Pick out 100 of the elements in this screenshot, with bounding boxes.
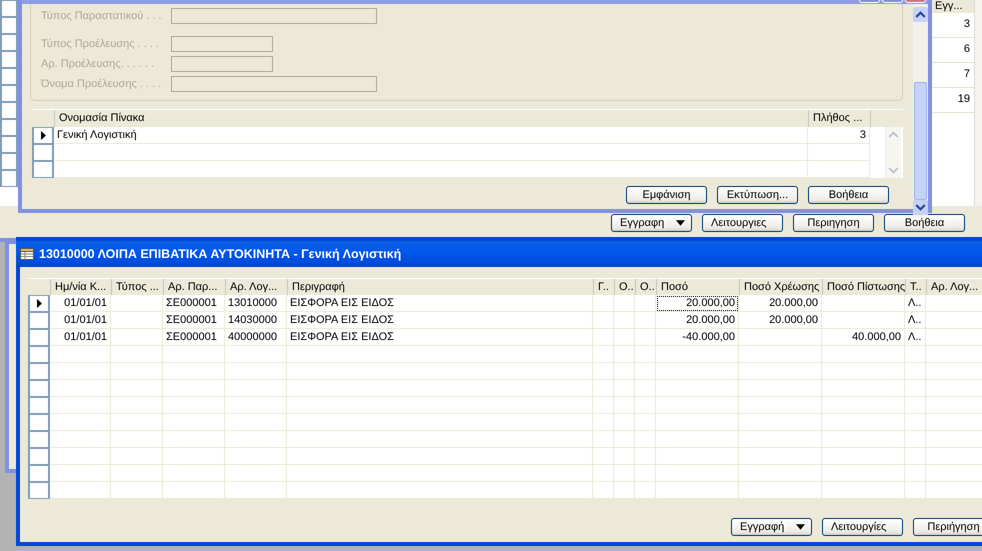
table-cell bbox=[593, 431, 614, 448]
table-cell bbox=[593, 414, 614, 431]
column-header[interactable]: Τύπος ... bbox=[111, 279, 163, 295]
column-header[interactable]: Ο.. bbox=[635, 279, 656, 295]
scroll-down-icon bbox=[888, 167, 899, 174]
table-cell bbox=[50, 346, 111, 363]
column-header[interactable]: Ο.. bbox=[614, 279, 635, 295]
table-cell bbox=[50, 431, 111, 448]
table-cell bbox=[111, 465, 163, 482]
current-row-icon bbox=[40, 131, 46, 140]
table-cell bbox=[111, 346, 163, 363]
table-cell: 40.000,00 bbox=[822, 329, 905, 346]
column-header[interactable]: Αρ. Λογ... bbox=[225, 279, 287, 295]
table-cell bbox=[50, 414, 111, 431]
table-cell bbox=[50, 465, 111, 482]
table-cell: ΕΙΣΦΟΡΑ ΕΙΣ ΕΙΔΟΣ bbox=[287, 329, 593, 346]
table-cell: 3 bbox=[808, 127, 870, 144]
table-cell bbox=[111, 431, 163, 448]
caret-icon bbox=[676, 220, 685, 226]
scroll-up-icon bbox=[913, 7, 928, 22]
table-cell bbox=[225, 363, 287, 380]
button[interactable]: Περιήγηση bbox=[913, 518, 982, 536]
button-label: Λειτουργίες bbox=[831, 521, 886, 533]
table-cell bbox=[163, 465, 225, 482]
table-cell bbox=[905, 380, 926, 397]
column-header[interactable]: Αρ. Παρ... bbox=[163, 279, 225, 295]
table-cell: -40.000,00 bbox=[656, 329, 739, 346]
table-cell bbox=[593, 482, 614, 499]
column-header[interactable]: Γ.. bbox=[593, 279, 614, 295]
column-header[interactable]: Περιγραφή bbox=[287, 279, 593, 295]
table-cell bbox=[111, 312, 163, 329]
scroll-down-icon bbox=[913, 200, 928, 215]
table-cell bbox=[905, 448, 926, 465]
column-header[interactable]: Αρ. Λογ... bbox=[926, 279, 982, 295]
table-cell bbox=[635, 397, 656, 414]
table-cell bbox=[50, 397, 111, 414]
table-cell bbox=[163, 380, 225, 397]
table-cell bbox=[163, 448, 225, 465]
menu-button[interactable]: Λειτουργίες bbox=[822, 518, 903, 536]
table-cell bbox=[614, 448, 635, 465]
table-cell bbox=[163, 431, 225, 448]
table-cell bbox=[635, 448, 656, 465]
table-cell bbox=[905, 346, 926, 363]
table-cell bbox=[635, 465, 656, 482]
table-cell bbox=[225, 482, 287, 499]
table-cell: 20.000,00 bbox=[656, 312, 739, 329]
table-cell bbox=[614, 465, 635, 482]
column-header[interactable]: Ημ/νία Κ... bbox=[50, 279, 111, 295]
table-cell bbox=[593, 329, 614, 346]
column-header[interactable]: Τ.. bbox=[905, 279, 926, 295]
table-cell: 13010000 bbox=[225, 295, 287, 312]
table-cell bbox=[614, 380, 635, 397]
table-cell bbox=[111, 363, 163, 380]
table-cell bbox=[163, 482, 225, 499]
table-cell bbox=[905, 397, 926, 414]
table-cell bbox=[614, 346, 635, 363]
table-cell bbox=[111, 448, 163, 465]
table-cell bbox=[635, 346, 656, 363]
table-cell: 20.000,00 bbox=[739, 312, 822, 329]
table-cell bbox=[635, 312, 656, 329]
table-cell: Λ.. bbox=[905, 295, 926, 312]
table-cell bbox=[808, 161, 870, 178]
table-cell bbox=[50, 363, 111, 380]
table-icon bbox=[20, 248, 34, 260]
current-row-icon bbox=[36, 299, 42, 308]
column-header[interactable]: Ποσό Πίστωσης bbox=[822, 279, 905, 295]
table-cell bbox=[614, 414, 635, 431]
row-selector[interactable] bbox=[28, 295, 50, 312]
button-label: Περιήγηση bbox=[927, 521, 980, 533]
column-header[interactable]: Ποσό Χρέωσης bbox=[739, 279, 822, 295]
table-cell: ΕΙΣΦΟΡΑ ΕΙΣ ΕΙΔΟΣ bbox=[287, 295, 593, 312]
caret-icon bbox=[796, 524, 805, 530]
table-cell bbox=[593, 465, 614, 482]
table-cell bbox=[225, 431, 287, 448]
table-cell bbox=[905, 363, 926, 380]
table-cell: 20.000,00 bbox=[656, 295, 739, 312]
table-cell bbox=[905, 431, 926, 448]
table-cell bbox=[905, 465, 926, 482]
button-label: Εγγραφη bbox=[620, 217, 664, 229]
menu-button[interactable]: Εγγραφή bbox=[731, 518, 812, 536]
table-cell bbox=[111, 380, 163, 397]
table-cell bbox=[111, 329, 163, 346]
column-header[interactable]: Εγγ... bbox=[932, 0, 974, 13]
table-cell bbox=[905, 414, 926, 431]
table-cell bbox=[614, 397, 635, 414]
table-cell: ΣΕ000001 bbox=[163, 312, 225, 329]
window-title: 13010000 ΛΟΙΠΑ ΕΠΙΒΑΤΙΚΑ ΑΥΤΟΚΙΝΗΤΑ - Γενική Λογιστική bbox=[39, 247, 402, 261]
table-cell bbox=[225, 448, 287, 465]
table-cell: 01/01/01 bbox=[50, 312, 111, 329]
column-header[interactable]: Ποσό bbox=[656, 279, 739, 295]
table-cell: 20.000,00 bbox=[739, 295, 822, 312]
table-cell bbox=[111, 414, 163, 431]
scroll-up-icon bbox=[888, 131, 899, 138]
table-cell bbox=[225, 465, 287, 482]
field-label: Τύπος Παραστατικού . . . bbox=[41, 10, 163, 22]
table-cell bbox=[614, 431, 635, 448]
table-cell bbox=[225, 397, 287, 414]
button-label: Λειτουργιες bbox=[711, 217, 766, 229]
field-label: Αρ. Προέλευσης. . . . . . bbox=[41, 58, 156, 70]
table-cell bbox=[635, 431, 656, 448]
